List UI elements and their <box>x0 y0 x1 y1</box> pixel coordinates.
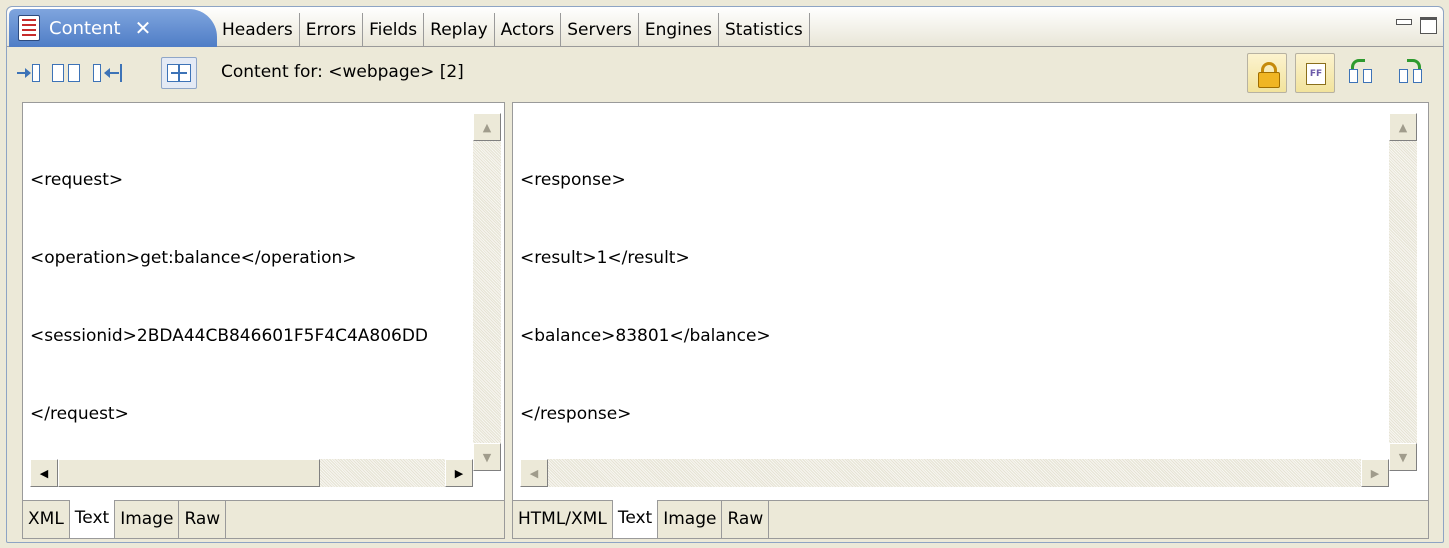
horizontal-scrollbar[interactable]: ◀ ▶ <box>30 459 473 487</box>
response-format-tabs: HTML/XML Text Image Raw <box>513 500 1428 538</box>
request-text[interactable]: <request> <operation>get:balance</operat… <box>30 115 470 479</box>
tab-actors[interactable]: Actors <box>495 13 562 47</box>
side-by-side-icon[interactable] <box>161 57 197 89</box>
scroll-left-button[interactable]: ◀ <box>520 459 548 487</box>
maximize-icon[interactable] <box>1420 17 1437 34</box>
tab-xml[interactable]: XML <box>23 501 70 538</box>
request-line: <operation>get:balance</operation> <box>30 248 357 268</box>
tab-raw[interactable]: Raw <box>179 501 227 538</box>
tab-replay[interactable]: Replay <box>424 13 495 47</box>
scroll-up-button[interactable]: ▲ <box>1389 113 1417 141</box>
content-for-label: Content for: <webpage> [2] <box>221 62 464 82</box>
horizontal-scrollbar[interactable]: ◀ ▶ <box>520 459 1389 487</box>
response-line: <balance>83801</balance> <box>520 326 771 346</box>
ff-icon: FF <box>1306 63 1326 85</box>
tab-headers[interactable]: Headers <box>212 13 300 47</box>
content-view: Content ✕ Headers Errors Fields Replay A… <box>6 6 1444 543</box>
request-line: <request> <box>30 170 124 190</box>
request-line: </request> <box>30 404 129 424</box>
request-pane: <request> <operation>get:balance</operat… <box>22 102 505 539</box>
minimize-icon[interactable] <box>1396 17 1412 33</box>
response-line: <response> <box>520 170 626 190</box>
vertical-scrollbar[interactable]: ▲ ▼ <box>1389 113 1417 471</box>
scroll-up-button[interactable]: ▲ <box>473 113 501 141</box>
document-icon <box>18 15 40 41</box>
tab-text[interactable]: Text <box>612 500 659 538</box>
view-tab-bar: Content ✕ Headers Errors Fields Replay A… <box>7 7 1443 47</box>
ff-button[interactable]: FF <box>1295 53 1335 93</box>
tab-content-label: Content <box>49 17 121 39</box>
lock-icon <box>1258 62 1280 88</box>
content-toolbar: Content for: <webpage> [2] FF <box>7 48 1443 98</box>
tab-fields[interactable]: Fields <box>363 13 425 47</box>
show-both-panes-icon[interactable] <box>52 61 82 85</box>
close-icon[interactable]: ✕ <box>135 16 152 40</box>
tab-servers[interactable]: Servers <box>561 13 639 47</box>
tab-errors[interactable]: Errors <box>300 13 364 47</box>
previous-icon[interactable] <box>1349 59 1375 83</box>
next-icon[interactable] <box>1399 59 1425 83</box>
scroll-down-button[interactable]: ▼ <box>473 443 501 471</box>
tab-statistics[interactable]: Statistics <box>719 13 810 47</box>
show-request-only-icon[interactable] <box>17 61 41 85</box>
scroll-left-button[interactable]: ◀ <box>30 459 58 487</box>
response-line: </response> <box>520 404 632 424</box>
tab-text[interactable]: Text <box>69 500 116 538</box>
tab-raw[interactable]: Raw <box>722 501 770 538</box>
response-text[interactable]: <response> <result>1</result> <balance>8… <box>520 115 1390 479</box>
tab-content[interactable]: Content ✕ <box>9 9 217 47</box>
response-line: <result>1</result> <box>520 248 690 268</box>
scroll-right-button[interactable]: ▶ <box>1361 459 1389 487</box>
tab-image[interactable]: Image <box>658 501 723 538</box>
window-controls <box>1396 17 1437 34</box>
scroll-down-button[interactable]: ▼ <box>1389 443 1417 471</box>
tab-engines[interactable]: Engines <box>639 13 719 47</box>
response-pane: <response> <result>1</result> <balance>8… <box>512 102 1429 539</box>
show-response-only-icon[interactable] <box>93 61 123 85</box>
tab-image[interactable]: Image <box>115 501 180 538</box>
request-format-tabs: XML Text Image Raw <box>23 500 504 538</box>
vertical-scrollbar[interactable]: ▲ ▼ <box>473 113 501 471</box>
scroll-right-button[interactable]: ▶ <box>445 459 473 487</box>
scroll-thumb[interactable] <box>58 459 320 487</box>
lock-button[interactable] <box>1247 53 1287 93</box>
request-line: <sessionid>2BDA44CB846601F5F4C4A806DD <box>30 326 429 346</box>
tab-html-xml[interactable]: HTML/XML <box>513 501 613 538</box>
view-tabs: Headers Errors Fields Replay Actors Serv… <box>212 13 810 47</box>
